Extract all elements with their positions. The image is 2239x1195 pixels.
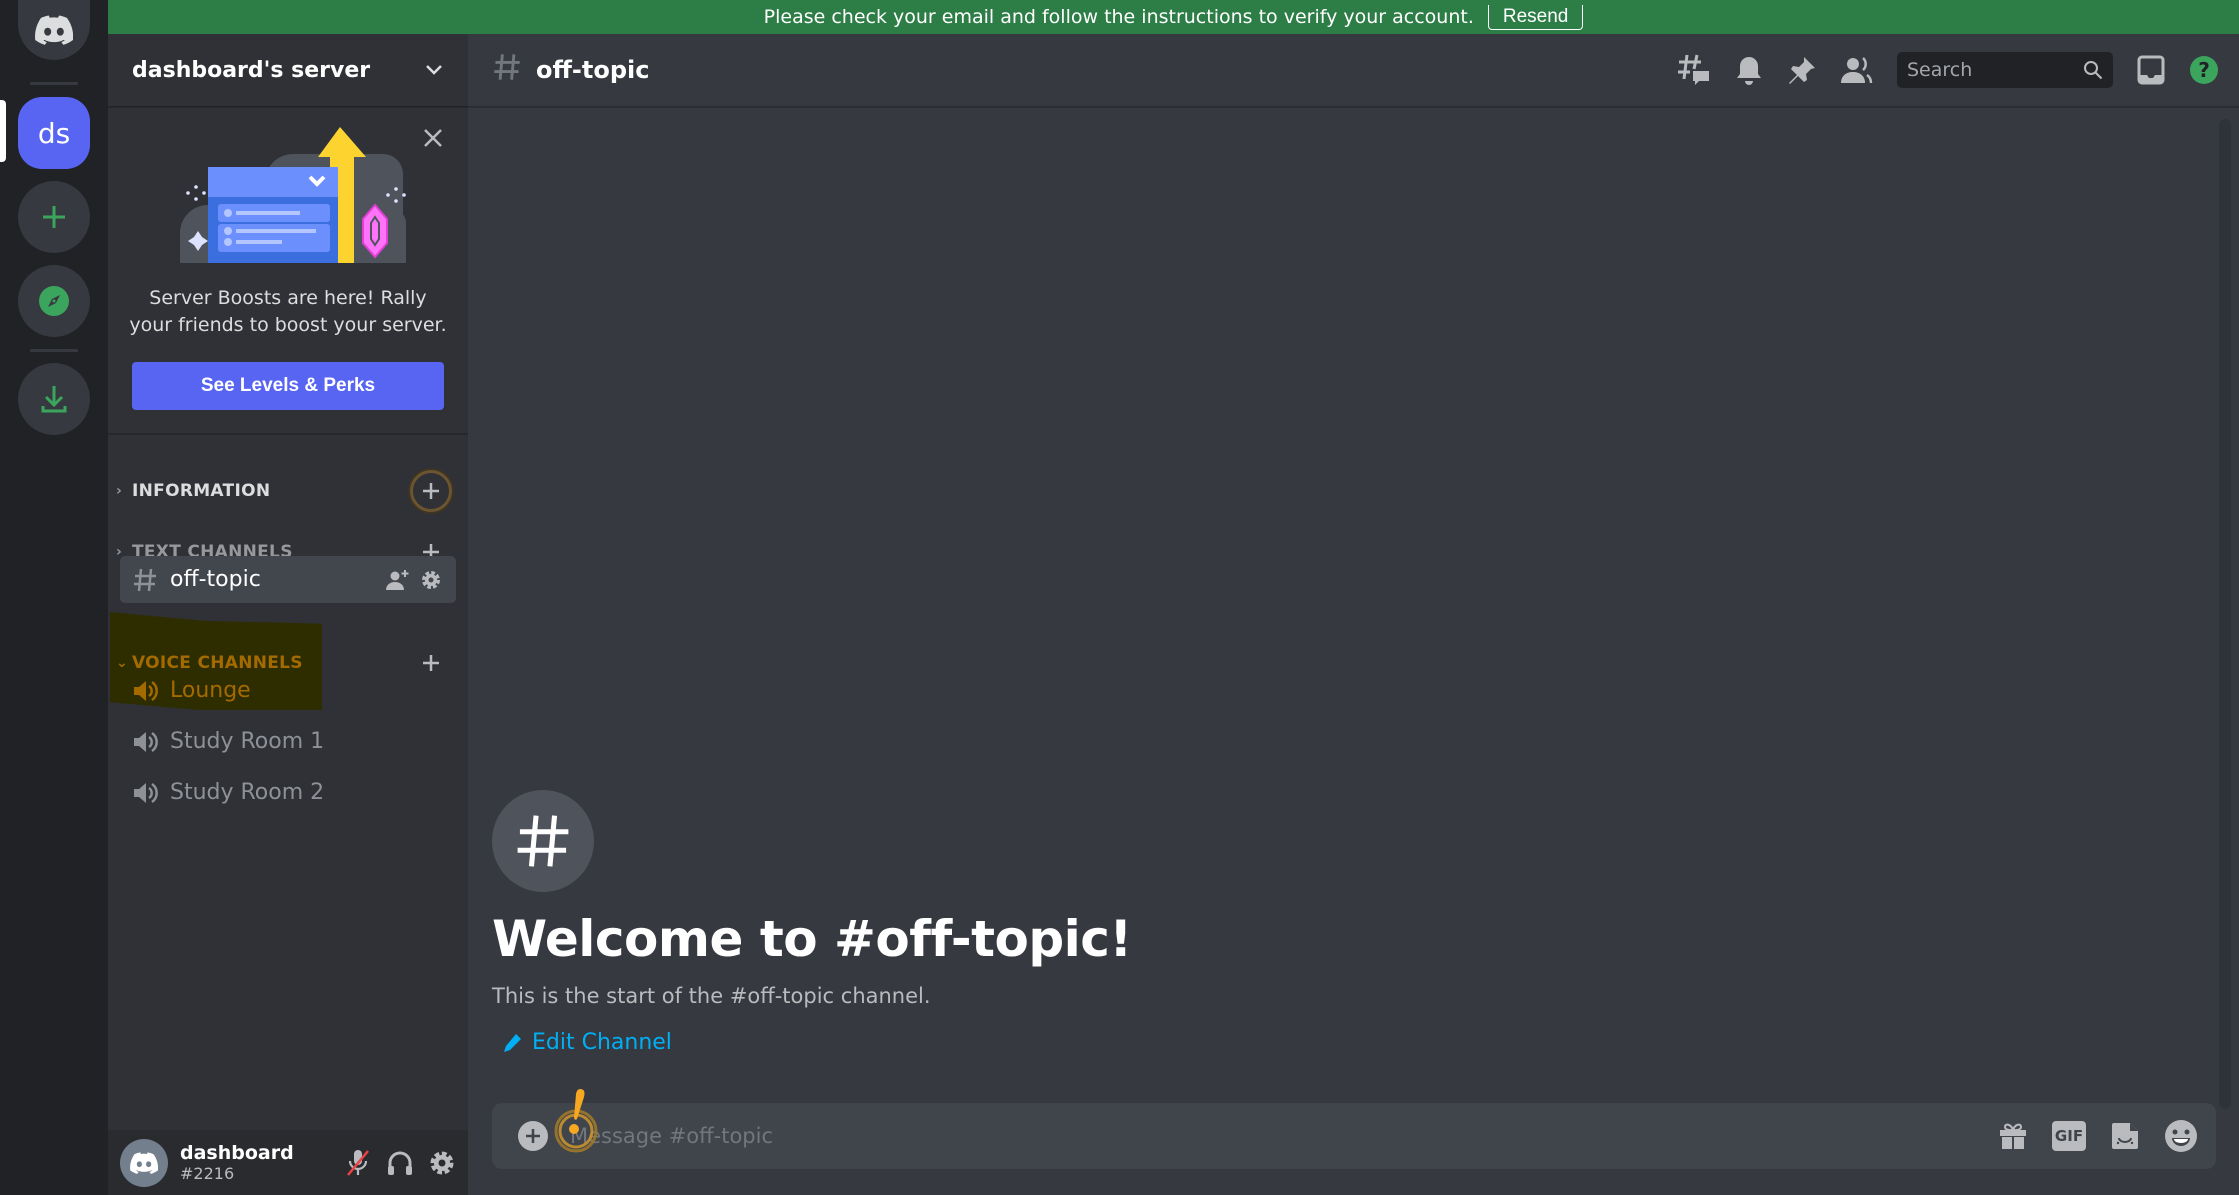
plus-icon	[526, 1129, 540, 1143]
channel-hash-badge	[492, 790, 594, 892]
channel-name: Lounge	[170, 678, 251, 703]
discord-logo-icon	[130, 1151, 158, 1174]
compass-icon	[39, 286, 69, 316]
welcome-section: Welcome to #off-topic! This is the start…	[492, 790, 1132, 1055]
speaker-icon	[132, 679, 170, 703]
server-rail: ds	[0, 0, 108, 1195]
boost-illustration	[180, 127, 406, 263]
threads-icon[interactable]	[1677, 53, 1711, 87]
gif-button[interactable]: GIF	[2052, 1121, 2086, 1151]
search-placeholder: Search	[1907, 59, 1973, 81]
channel-off-topic[interactable]: off-topic	[120, 556, 456, 603]
category-label: INFORMATION	[132, 481, 271, 501]
channel-name: Study Room 1	[170, 729, 325, 754]
channel-sidebar: dashboard's server Server Boosts are her…	[108, 34, 468, 1195]
plus-icon	[43, 206, 65, 228]
chat-area: off-topic Search ? Welcome to #off-topic…	[468, 34, 2239, 1195]
gear-icon[interactable]	[428, 1149, 456, 1177]
emoji-icon[interactable]	[2164, 1119, 2198, 1153]
attach-button[interactable]	[518, 1121, 548, 1151]
username: dashboard	[180, 1142, 294, 1164]
download-icon	[41, 386, 67, 413]
edit-channel-label: Edit Channel	[532, 1030, 672, 1055]
plus-icon	[423, 483, 439, 499]
rail-divider	[30, 349, 78, 352]
search-icon	[2084, 61, 2103, 80]
channel-lounge[interactable]: Lounge	[120, 667, 456, 714]
pencil-icon	[504, 1033, 521, 1052]
hash-icon	[132, 567, 170, 593]
search-input[interactable]: Search	[1897, 52, 2113, 88]
add-server-button[interactable]	[18, 181, 90, 253]
user-tag: #2216	[180, 1164, 235, 1183]
server-icon-ds[interactable]: ds	[18, 97, 90, 169]
resend-button[interactable]: Resend	[1487, 4, 1584, 30]
see-levels-perks-button[interactable]: See Levels & Perks	[132, 362, 444, 410]
create-channel-button[interactable]	[410, 470, 452, 512]
invite-icon[interactable]	[386, 569, 410, 591]
category-information[interactable]: › INFORMATION	[108, 470, 468, 512]
message-input[interactable]	[570, 1124, 1870, 1148]
rail-divider	[30, 82, 78, 85]
pin-icon[interactable]	[1787, 55, 1817, 85]
home-button[interactable]	[18, 0, 90, 60]
server-abbrev: ds	[37, 116, 71, 150]
inbox-icon[interactable]	[2137, 55, 2165, 85]
close-icon[interactable]	[422, 127, 444, 149]
channel-study-room-2[interactable]: Study Room 2	[120, 769, 456, 816]
help-icon[interactable]: ?	[2189, 55, 2219, 85]
mic-muted-icon[interactable]	[344, 1148, 372, 1178]
hash-icon	[492, 50, 522, 91]
speaker-icon	[132, 730, 170, 754]
chevron-right-icon: ›	[116, 483, 123, 499]
chevron-down-icon	[426, 65, 442, 75]
annotation-click-marker	[554, 1089, 598, 1153]
verify-email-banner: Please check your email and follow the i…	[108, 0, 2239, 34]
download-apps-button[interactable]	[18, 363, 90, 435]
hash-icon	[517, 815, 569, 867]
user-panel: dashboard #2216	[108, 1130, 468, 1195]
channel-name: off-topic	[170, 567, 261, 592]
welcome-subtitle: This is the start of the #off-topic chan…	[492, 984, 931, 1008]
speaker-icon	[132, 781, 170, 805]
active-server-indicator	[0, 100, 6, 162]
svg-text:?: ?	[2198, 58, 2210, 82]
gift-icon[interactable]	[1998, 1121, 2028, 1151]
welcome-title: Welcome to #off-topic!	[492, 910, 1132, 968]
edit-channel-link[interactable]: Edit Channel	[492, 1030, 1132, 1055]
boost-promo-text: Server Boosts are here! Rally your frien…	[129, 287, 447, 336]
explore-servers-button[interactable]	[18, 265, 90, 337]
server-header[interactable]: dashboard's server	[108, 34, 468, 107]
headphones-icon[interactable]	[386, 1149, 414, 1177]
bell-icon[interactable]	[1735, 55, 1763, 85]
channel-name: Study Room 2	[170, 780, 325, 805]
server-boost-promo: Server Boosts are here! Rally your frien…	[108, 107, 468, 435]
banner-message: Please check your email and follow the i…	[763, 6, 1474, 28]
channel-title: off-topic	[536, 56, 650, 84]
message-composer: GIF	[492, 1103, 2216, 1169]
members-icon[interactable]	[1841, 55, 1873, 85]
channel-header: off-topic Search ?	[468, 34, 2239, 107]
gear-icon[interactable]	[420, 569, 442, 591]
channel-study-room-1[interactable]: Study Room 1	[120, 718, 456, 765]
avatar[interactable]	[120, 1138, 168, 1187]
server-name: dashboard's server	[132, 57, 371, 83]
sticker-icon[interactable]	[2110, 1121, 2140, 1151]
scrollbar[interactable]	[2219, 119, 2231, 1109]
discord-logo-icon	[35, 15, 73, 45]
